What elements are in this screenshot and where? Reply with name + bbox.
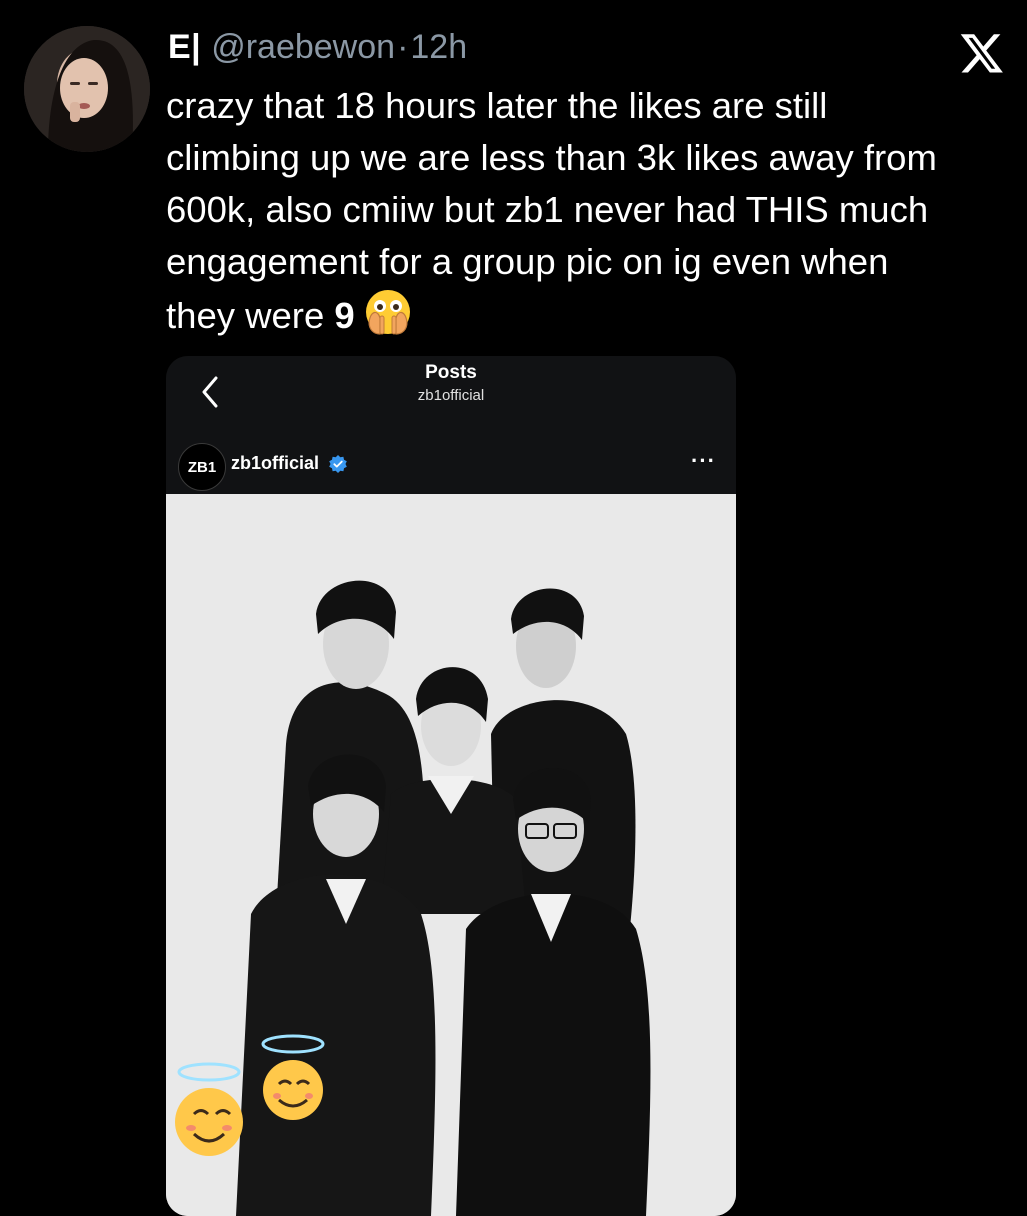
account-avatar[interactable]: ZB1	[178, 443, 226, 491]
account-username[interactable]: zb1official	[231, 453, 319, 474]
author-avatar[interactable]	[24, 26, 150, 152]
tweet-header: E| @raebewon · 12h	[168, 22, 467, 72]
verified-badge-icon	[329, 455, 347, 473]
tweet-text-body: crazy that 18 hours later the likes are …	[166, 85, 937, 336]
posts-subtitle: zb1official	[417, 387, 485, 404]
account-avatar-text: ZB1	[187, 458, 217, 476]
tweet-media[interactable]: Posts zb1official ZB1 zb1official ···	[166, 356, 736, 1216]
separator-dot: ·	[397, 27, 409, 66]
instagram-topbar: Posts zb1official ZB1 zb1official ···	[166, 356, 736, 494]
face-with-hand-over-mouth-icon	[365, 290, 410, 335]
author-avatar-image	[24, 26, 150, 152]
x-logo-icon	[960, 34, 1003, 73]
group-photo	[166, 494, 736, 1216]
more-options-button[interactable]: ···	[691, 448, 716, 474]
group-photo-image	[166, 494, 736, 1216]
tweet-text-bold-number: 9	[334, 295, 355, 336]
timestamp[interactable]: 12h	[410, 28, 467, 67]
posts-title: Posts	[425, 362, 477, 383]
display-name[interactable]: E|	[168, 28, 201, 67]
instagram-account-row: ZB1 zb1official ···	[166, 440, 736, 494]
tweet-text: crazy that 18 hours later the likes are …	[166, 80, 1016, 342]
user-handle[interactable]: @raebewon	[211, 28, 395, 67]
